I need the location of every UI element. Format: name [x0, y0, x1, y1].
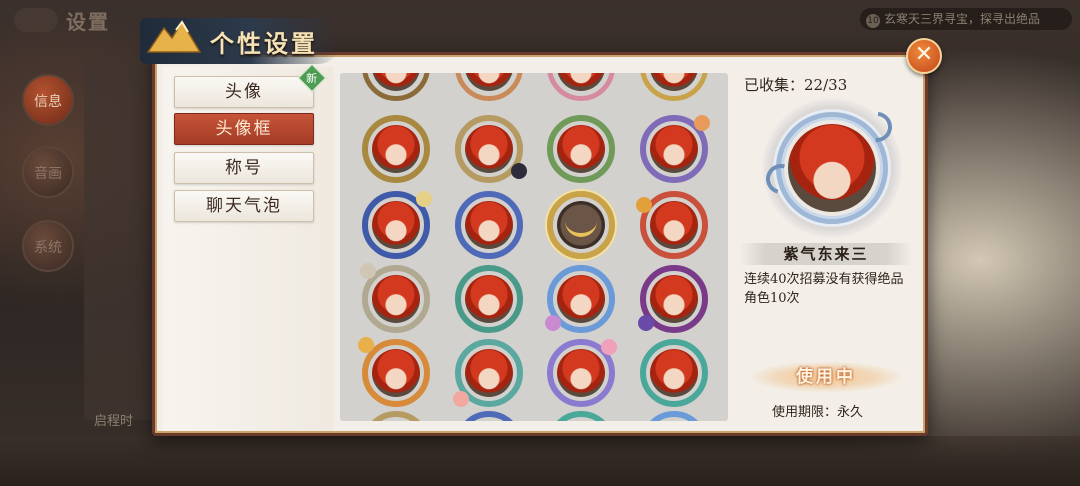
avatar-frame-item[interactable] — [547, 411, 615, 421]
tab-avatar-frame[interactable]: 头像框 — [174, 113, 314, 145]
collection-value: 22/33 — [804, 76, 848, 94]
avatar-frame-item-selected[interactable] — [547, 191, 615, 259]
avatar-frame-item[interactable] — [640, 73, 708, 101]
avatar-frame-item[interactable] — [640, 115, 710, 183]
avatar-portrait — [788, 124, 876, 212]
tab-title[interactable]: 称号 — [174, 152, 314, 184]
announcement-ticker: 10 玄寒天三界寻宝，探寻出绝品 — [860, 8, 1072, 30]
side-button-info[interactable]: 信息 — [22, 74, 74, 126]
avatar-frame-item[interactable] — [358, 337, 430, 407]
side-button-system[interactable]: 系统 — [22, 220, 74, 272]
avatar-frame-item[interactable] — [362, 115, 430, 183]
close-icon: ✕ — [914, 42, 934, 67]
mountain-emblem-icon — [146, 20, 202, 53]
avatar-frame-grid[interactable] — [340, 73, 728, 421]
avatar-frame-item[interactable] — [455, 115, 527, 183]
validity-text: 使用期限：永久 — [772, 405, 864, 420]
avatar-frame-item[interactable] — [362, 411, 430, 421]
selected-frame-preview — [760, 98, 902, 238]
back-button[interactable] — [14, 8, 58, 32]
background-bottom-text: 启程时 — [94, 414, 134, 429]
frame-name: 紫气东来三 — [740, 243, 912, 265]
avatar-frame-item[interactable] — [640, 339, 708, 407]
collection-label: 已收集： — [744, 76, 805, 94]
collection-count: 已收集：22/33 — [744, 74, 847, 95]
avatar-frame-item[interactable] — [455, 73, 523, 101]
avatar-frame-item[interactable] — [547, 73, 615, 101]
tab-chat-bubble[interactable]: 聊天气泡 — [174, 190, 314, 222]
close-button[interactable]: ✕ — [906, 38, 942, 74]
frame-description: 连续40次招募没有获得绝品角色10次 — [744, 272, 904, 306]
avatar-frame-item[interactable] — [362, 191, 432, 259]
ticker-text: 玄寒天三界寻宝，探寻出绝品 — [884, 12, 1041, 26]
dialog-title: 个性设置 — [210, 29, 318, 58]
settings-title: 设置 — [66, 10, 110, 34]
avatar-frame-item[interactable] — [455, 265, 523, 333]
background-bottom-strip — [0, 436, 1080, 486]
avatar-frame-item[interactable] — [455, 411, 523, 421]
avatar-frame-item[interactable] — [547, 339, 617, 407]
avatar-frame-item[interactable] — [360, 263, 430, 333]
avatar-frame-item[interactable] — [453, 339, 523, 407]
avatar-frame-item[interactable] — [638, 265, 708, 333]
in-use-button[interactable]: 使用中 — [752, 362, 900, 392]
avatar-frame-item[interactable] — [640, 411, 708, 421]
avatar-frame-item[interactable] — [455, 191, 523, 259]
avatar-frame-item[interactable] — [362, 73, 430, 101]
side-button-audio[interactable]: 音画 — [22, 146, 74, 198]
avatar-frame-item[interactable] — [636, 191, 708, 259]
tab-avatar[interactable]: 头像 — [174, 76, 314, 108]
avatar-frame-item[interactable] — [547, 115, 615, 183]
ticker-level-icon: 10 — [866, 14, 880, 28]
avatar-frame-item[interactable] — [545, 265, 615, 333]
